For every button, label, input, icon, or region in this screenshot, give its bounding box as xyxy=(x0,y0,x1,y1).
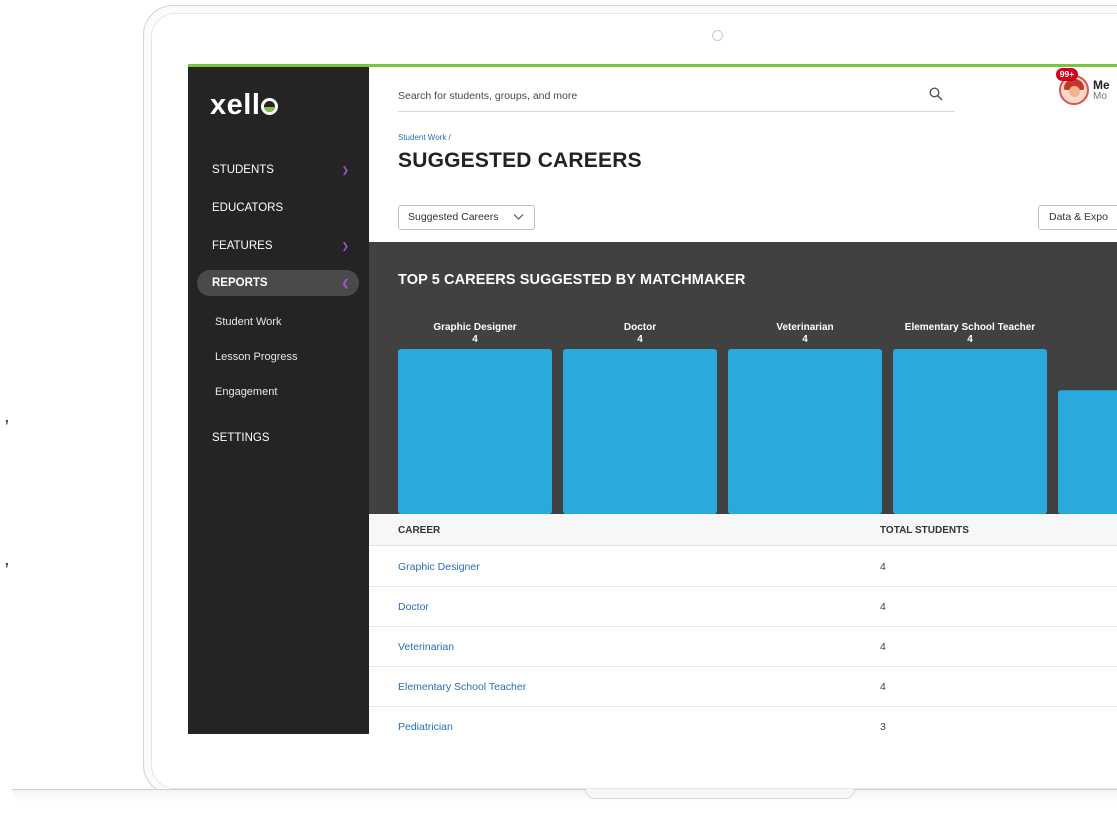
chart-bar-value: 4 xyxy=(802,334,808,345)
chart-bar-value: 4 xyxy=(967,334,973,345)
career-link[interactable]: Veterinarian xyxy=(398,641,454,653)
bar-chart: Graphic Designer4Doctor4Veterinarian4Ele… xyxy=(398,322,1117,514)
chart-bar[interactable] xyxy=(563,349,717,514)
background-mark: , xyxy=(4,548,10,570)
breadcrumb[interactable]: Student Work / xyxy=(398,133,451,142)
report-select[interactable]: Suggested Careers xyxy=(398,205,535,230)
sidebar-item-label: SETTINGS xyxy=(212,432,270,444)
chart-bar-label: Elementary School Teacher xyxy=(905,322,1036,333)
search-icon[interactable] xyxy=(929,87,943,101)
chevron-down-icon: ❯ xyxy=(341,241,349,251)
laptop-base xyxy=(12,789,1117,803)
camera-icon xyxy=(712,30,723,41)
career-link[interactable]: Elementary School Teacher xyxy=(398,681,526,693)
chart-bar-label: Doctor xyxy=(624,322,656,333)
column-header-career[interactable]: CAREER xyxy=(398,525,440,536)
laptop-mockup: , , xell STUDENTS ❯ EDUCATORS FEATURES ❯… xyxy=(0,0,1117,815)
total-students-value: 3 xyxy=(880,721,886,733)
avatar-face xyxy=(1069,86,1080,97)
table-row: Pediatrician 3 xyxy=(369,707,1117,734)
search-placeholder: Search for students, groups, and more xyxy=(398,90,578,102)
sidebar-subitem-student-work[interactable]: Student Work xyxy=(215,316,281,328)
sidebar-item-features[interactable]: FEATURES ❯ xyxy=(197,233,359,259)
chart-bar[interactable] xyxy=(1058,390,1117,514)
search-input[interactable]: Search for students, groups, and more xyxy=(398,77,955,112)
user-name[interactable]: Me xyxy=(1093,78,1110,92)
total-students-value: 4 xyxy=(880,601,886,613)
background-mark: , xyxy=(4,405,10,427)
report-select-value: Suggested Careers xyxy=(408,211,499,223)
chart-bar-label: Veterinarian xyxy=(776,322,833,333)
career-link[interactable]: Doctor xyxy=(398,601,429,613)
career-link[interactable]: Pediatrician xyxy=(398,721,453,733)
data-export-button[interactable]: Data & Expo xyxy=(1038,205,1117,230)
sidebar-item-students[interactable]: STUDENTS ❯ xyxy=(197,157,359,183)
sidebar-item-label: EDUCATORS xyxy=(212,202,284,214)
sidebar: xell STUDENTS ❯ EDUCATORS FEATURES ❯ REP… xyxy=(188,67,369,734)
sidebar-item-settings[interactable]: SETTINGS xyxy=(197,425,359,451)
page-title: SUGGESTED CAREERS xyxy=(398,149,642,172)
chart-bar-value: 4 xyxy=(472,334,478,345)
chevron-down-icon: ❯ xyxy=(341,165,349,175)
laptop-base-notch xyxy=(585,789,855,799)
xello-logo[interactable]: xell xyxy=(210,89,279,122)
table-row: Doctor 4 xyxy=(369,587,1117,627)
main-content: Search for students, groups, and more 99… xyxy=(369,67,1117,734)
total-students-value: 4 xyxy=(880,561,886,573)
chevron-up-icon: ❮ xyxy=(341,278,349,288)
chart-bar[interactable] xyxy=(728,349,882,514)
logo-text: xell xyxy=(210,89,261,121)
column-header-total-students[interactable]: TOTAL STUDENTS xyxy=(880,525,969,536)
sidebar-subitem-lesson-progress[interactable]: Lesson Progress xyxy=(215,351,298,363)
sidebar-item-reports[interactable]: REPORTS ❮ xyxy=(197,270,359,296)
total-students-value: 4 xyxy=(880,641,886,653)
chart-panel: TOP 5 CAREERS SUGGESTED BY MATCHMAKER Gr… xyxy=(369,242,1117,514)
sidebar-item-educators[interactable]: EDUCATORS xyxy=(197,195,359,221)
sidebar-subitem-engagement[interactable]: Engagement xyxy=(215,386,277,398)
total-students-value: 4 xyxy=(880,681,886,693)
sidebar-item-label: REPORTS xyxy=(212,277,268,289)
chart-bar[interactable] xyxy=(893,349,1047,514)
table-row: Veterinarian 4 xyxy=(369,627,1117,667)
sidebar-item-label: STUDENTS xyxy=(212,164,274,176)
table-row: Elementary School Teacher 4 xyxy=(369,667,1117,707)
sidebar-item-label: FEATURES xyxy=(212,240,273,252)
notification-badge[interactable]: 99+ xyxy=(1056,68,1078,81)
chevron-down-icon xyxy=(513,214,524,220)
chart-bar-value: 4 xyxy=(637,334,643,345)
chart-bar-label: Graphic Designer xyxy=(433,322,516,333)
logo-o-icon xyxy=(261,98,279,115)
app-screen: xell STUDENTS ❯ EDUCATORS FEATURES ❯ REP… xyxy=(188,64,1117,734)
table-row: Graphic Designer 4 xyxy=(369,547,1117,587)
career-link[interactable]: Graphic Designer xyxy=(398,561,480,573)
user-subtitle: Mo xyxy=(1093,91,1107,102)
table-header: CAREER TOTAL STUDENTS xyxy=(369,514,1117,546)
chart-bar[interactable] xyxy=(398,349,552,514)
